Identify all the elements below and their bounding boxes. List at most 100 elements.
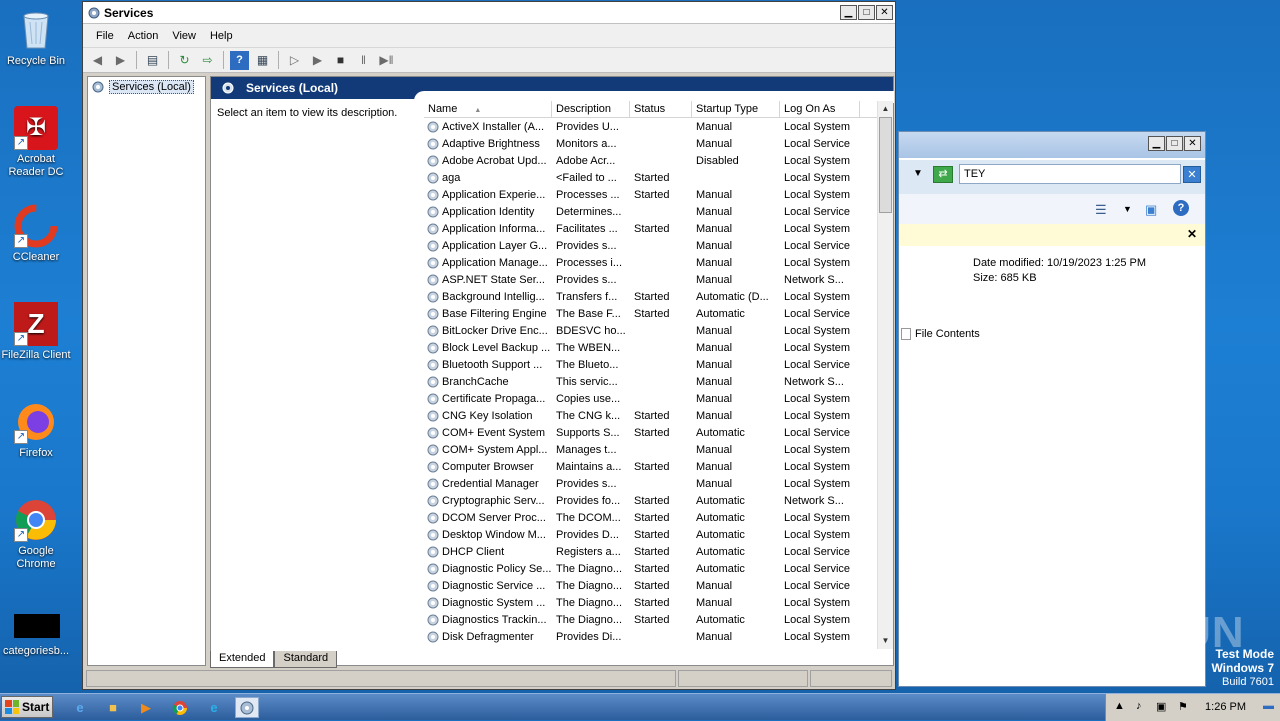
network-icon[interactable]: ▣: [1156, 700, 1166, 713]
explorer-titlebar[interactable]: ▁ □ ✕: [899, 132, 1205, 158]
window-titlebar[interactable]: Services ▁ □ ✕: [83, 2, 895, 24]
menu-view[interactable]: View: [165, 30, 203, 42]
vertical-scrollbar[interactable]: ▲ ▼: [877, 101, 893, 649]
scroll-thumb[interactable]: [879, 117, 892, 213]
start-button[interactable]: Start: [1, 696, 53, 718]
action-center-flag-icon[interactable]: ⚑: [1178, 700, 1188, 713]
scroll-down-icon[interactable]: ▼: [878, 633, 893, 649]
table-row[interactable]: Adobe Acrobat Upd... Adobe Acr... Disabled…: [424, 152, 879, 169]
table-row[interactable]: CNG Key Isolation The CNG k... Started Manu…: [424, 407, 879, 424]
table-row[interactable]: Diagnostic Policy Se... The Diagno... Star…: [424, 560, 879, 577]
services-list[interactable]: Name ▲ Description Status Startup Type L…: [424, 101, 879, 649]
export-list-icon[interactable]: ⇨: [198, 51, 217, 70]
file-contents-link[interactable]: File Contents: [901, 328, 980, 341]
table-row[interactable]: COM+ Event System Supports S... Started Aut…: [424, 424, 879, 441]
column-header-log-on-as[interactable]: Log On As: [780, 101, 860, 117]
table-row[interactable]: Adaptive Brightness Monitors a... Manual Lo…: [424, 135, 879, 152]
desktop-icon-acrobat[interactable]: ✠ ↗ Acrobat Reader DC: [0, 106, 72, 179]
scroll-up-icon[interactable]: ▲: [878, 101, 893, 117]
table-row[interactable]: Cryptographic Serv... Provides fo... Start…: [424, 492, 879, 509]
table-row[interactable]: Application Layer G... Provides s... Manua…: [424, 237, 879, 254]
chrome-icon[interactable]: [168, 697, 192, 718]
table-row[interactable]: Disk Defragmenter Provides Di... Manual Loc…: [424, 628, 879, 645]
table-row[interactable]: Block Level Backup ... The WBEN... Manual L…: [424, 339, 879, 356]
table-row[interactable]: Background Intellig... Transfers f... Star…: [424, 288, 879, 305]
tab-standard[interactable]: Standard: [274, 651, 338, 668]
table-row[interactable]: Bluetooth Support ... The Blueto... Manual…: [424, 356, 879, 373]
forward-icon[interactable]: ▶: [111, 51, 130, 70]
table-row[interactable]: Application Identity Determines... Manual L…: [424, 203, 879, 220]
table-row[interactable]: BranchCache This servic... Manual Network S…: [424, 373, 879, 390]
tree-node-services-local[interactable]: Services (Local): [91, 80, 194, 94]
media-player-icon[interactable]: ▶: [134, 697, 158, 718]
table-row[interactable]: DCOM Server Proc... The DCOM... Started Aut…: [424, 509, 879, 526]
column-header-status[interactable]: Status: [630, 101, 692, 117]
desktop-icon-firefox[interactable]: ↗ Firefox: [0, 400, 72, 460]
menu-help[interactable]: Help: [203, 30, 240, 42]
refresh-icon[interactable]: ⇄: [933, 166, 953, 183]
chevron-down-icon[interactable]: ▼: [1123, 204, 1132, 214]
maximize-button[interactable]: □: [858, 5, 875, 20]
menu-action[interactable]: Action: [121, 30, 166, 42]
table-row[interactable]: ASP.NET State Ser... Provides s... Manual N…: [424, 271, 879, 288]
edge-icon[interactable]: e: [202, 697, 226, 718]
desktop-icon-filezilla[interactable]: Z ↗ FileZilla Client: [0, 302, 72, 362]
search-input[interactable]: TEY: [959, 164, 1181, 184]
show-hidden-icons-icon[interactable]: ▲: [1114, 700, 1125, 712]
pause-service-icon[interactable]: ‖: [354, 51, 373, 70]
table-row[interactable]: COM+ System Appl... Manages t... Manual Loc…: [424, 441, 879, 458]
internet-explorer-icon[interactable]: e: [68, 697, 92, 718]
column-header-description[interactable]: Description: [552, 101, 630, 117]
table-row[interactable]: Application Informa... Facilitates ... Sta…: [424, 220, 879, 237]
restart-service-icon[interactable]: ▶‖: [377, 51, 396, 70]
start-service-icon[interactable]: ▶: [308, 51, 327, 70]
table-row[interactable]: Credential Manager Provides s... Manual Loc…: [424, 475, 879, 492]
start-service-icon[interactable]: ▷: [285, 51, 304, 70]
refresh-icon[interactable]: ↻: [175, 51, 194, 70]
table-row[interactable]: Diagnostic System ... The Diagno... Starte…: [424, 594, 879, 611]
table-row[interactable]: aga <Failed to ... Started Local System: [424, 169, 879, 186]
close-button[interactable]: ✕: [876, 5, 893, 20]
minimize-button[interactable]: ▁: [840, 5, 857, 20]
table-row[interactable]: Diagnostic Service ... The Diagno... Start…: [424, 577, 879, 594]
table-row[interactable]: DHCP Client Registers a... Started Automati…: [424, 543, 879, 560]
table-row[interactable]: Application Manage... Processes i... Manua…: [424, 254, 879, 271]
file-explorer-icon[interactable]: ■: [101, 697, 125, 718]
show-desktop-icon[interactable]: ▬: [1263, 700, 1274, 712]
table-row[interactable]: Desktop Window M... Provides D... Started A…: [424, 526, 879, 543]
column-header-name[interactable]: Name ▲: [424, 101, 552, 117]
table-row[interactable]: BitLocker Drive Enc... BDESVC ho... Manual…: [424, 322, 879, 339]
volume-icon[interactable]: ♪: [1136, 700, 1142, 712]
help-icon[interactable]: ?: [230, 50, 249, 70]
table-row[interactable]: Application Experie... Processes ... Start…: [424, 186, 879, 203]
back-icon[interactable]: ◀: [88, 51, 107, 70]
explorer-window[interactable]: ▁ □ ✕ ▼ ⇄ TEY ✕ ☰ ▼ ▣ ? ✕ Date modified:…: [898, 131, 1206, 687]
tab-extended[interactable]: Extended: [210, 651, 275, 668]
table-row[interactable]: Diagnostics Trackin... The Diagno... Start…: [424, 611, 879, 628]
menu-file[interactable]: File: [89, 30, 121, 42]
table-row[interactable]: Base Filtering Engine The Base F... Starte…: [424, 305, 879, 322]
show-hide-tree-icon[interactable]: ▤: [143, 51, 162, 70]
desktop-icon-chrome[interactable]: ↗ Google Chrome: [0, 498, 72, 571]
help-icon[interactable]: ?: [1173, 200, 1189, 216]
preview-pane-icon[interactable]: ▣: [1145, 202, 1157, 218]
properties-icon[interactable]: ▦: [253, 51, 272, 70]
close-icon[interactable]: ✕: [1187, 227, 1197, 241]
desktop-icon-ccleaner[interactable]: ↗ CCleaner: [0, 204, 72, 264]
table-row[interactable]: Computer Browser Maintains a... Started Man…: [424, 458, 879, 475]
table-row[interactable]: ActiveX Installer (A... Provides U... Manu…: [424, 118, 879, 135]
table-row[interactable]: Certificate Propaga... Copies use... Manua…: [424, 390, 879, 407]
clock[interactable]: 1:26 PM: [1205, 701, 1246, 713]
view-options-icon[interactable]: ☰: [1095, 202, 1107, 218]
desktop-icon-categories[interactable]: categoriesb...: [0, 614, 72, 658]
stop-service-icon[interactable]: ■: [331, 51, 350, 70]
close-button[interactable]: ✕: [1184, 136, 1201, 151]
minimize-button[interactable]: ▁: [1148, 136, 1165, 151]
clear-search-button[interactable]: ✕: [1183, 166, 1201, 183]
maximize-button[interactable]: □: [1166, 136, 1183, 151]
desktop-icon-recycle-bin[interactable]: Recycle Bin: [0, 8, 72, 68]
services-taskbar-icon[interactable]: [235, 697, 259, 718]
chevron-down-icon[interactable]: ▼: [913, 168, 923, 179]
services-window[interactable]: Services ▁ □ ✕ File Action View Help ◀ ▶…: [82, 1, 896, 690]
column-header-startup-type[interactable]: Startup Type: [692, 101, 780, 117]
